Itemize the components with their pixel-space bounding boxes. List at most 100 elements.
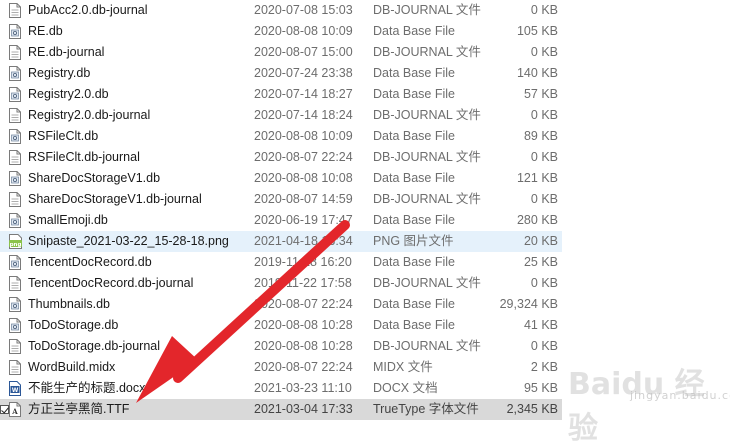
file-date-modified: 2020-08-08 10:28 xyxy=(254,339,353,353)
file-row[interactable]: ToDoStorage.db 2020-08-08 10:28 Data Base … xyxy=(0,315,730,336)
db-file-icon xyxy=(9,171,21,186)
file-name: PubAcc2.0.db-journal xyxy=(28,3,148,17)
file-type: DB-JOURNAL 文件 xyxy=(373,150,481,164)
file-row[interactable]: PubAcc2.0.db-journal 2020-07-08 15:03 DB-J… xyxy=(0,0,730,21)
file-date-modified: 2020-08-07 22:24 xyxy=(254,150,353,164)
db-file-icon xyxy=(9,66,21,81)
file-row[interactable]: TencentDocRecord.db-journal 2019-11-22 17… xyxy=(0,273,730,294)
file-size: 280 KB xyxy=(516,213,558,227)
file-size: 105 KB xyxy=(516,24,558,38)
file-row[interactable]: RE.db 2020-08-08 10:09 Data Base File 105 K… xyxy=(0,21,730,42)
file-row[interactable]: ToDoStorage.db-journal 2020-08-08 10:28 DB… xyxy=(0,336,730,357)
db-file-icon xyxy=(9,129,21,144)
file-icon xyxy=(9,150,21,165)
file-type: Data Base File xyxy=(373,24,455,38)
file-name: TencentDocRecord.db xyxy=(28,255,152,269)
file-name: Snipaste_2021-03-22_15-28-18.png xyxy=(28,234,229,248)
file-row[interactable]: Registry2.0.db-journal 2020-07-14 18:24 DB… xyxy=(0,105,730,126)
db-file-icon xyxy=(9,318,21,333)
file-type: Data Base File xyxy=(373,129,455,143)
file-date-modified: 2020-08-08 10:28 xyxy=(254,318,353,332)
file-size: 57 KB xyxy=(523,87,558,101)
file-type: Data Base File xyxy=(373,66,455,80)
file-name: 方正兰亭黑简.TTF xyxy=(28,402,130,416)
file-size: 89 KB xyxy=(523,129,558,143)
file-type: DB-JOURNAL 文件 xyxy=(373,192,481,206)
file-date-modified: 2020-08-07 22:24 xyxy=(254,360,353,374)
file-date-modified: 2020-08-08 10:09 xyxy=(254,129,353,143)
file-row[interactable]: Thumbnails.db 2020-08-07 22:24 Data Base F… xyxy=(0,294,730,315)
file-size: 2 KB xyxy=(530,360,558,374)
file-type: DB-JOURNAL 文件 xyxy=(373,3,481,17)
file-size: 121 KB xyxy=(516,171,558,185)
file-icon xyxy=(9,360,21,375)
row-checkbox[interactable] xyxy=(0,405,9,414)
file-name: ToDoStorage.db xyxy=(28,318,119,332)
file-type: PNG 图片文件 xyxy=(373,234,454,248)
file-type: DB-JOURNAL 文件 xyxy=(373,339,481,353)
file-size: 29,324 KB xyxy=(499,297,558,311)
file-type: DOCX 文档 xyxy=(373,381,438,395)
file-row[interactable]: Registry.db 2020-07-24 23:38 Data Base Fil… xyxy=(0,63,730,84)
file-date-modified: 2020-08-07 15:00 xyxy=(254,45,353,59)
file-row[interactable]: A 方正兰亭黑简.TTF 2021-03-04 17:33 TrueType 字体文件… xyxy=(0,399,562,420)
svg-text:A: A xyxy=(11,407,18,416)
file-date-modified: 2021-04-18 16:34 xyxy=(254,234,353,248)
file-name: ShareDocStorageV1.db-journal xyxy=(28,192,202,206)
svg-text:png: png xyxy=(10,242,22,248)
db-file-icon xyxy=(9,24,21,39)
file-row[interactable]: png Snipaste_2021-03-22_15-28-18.png 2021-… xyxy=(0,231,562,252)
file-name: RE.db-journal xyxy=(28,45,105,59)
file-size: 25 KB xyxy=(523,255,558,269)
file-row[interactable]: ShareDocStorageV1.db 2020-08-08 10:08 Data… xyxy=(0,168,730,189)
file-date-modified: 2021-03-23 11:10 xyxy=(254,381,352,395)
file-name: TencentDocRecord.db-journal xyxy=(28,276,194,290)
file-row[interactable]: RE.db-journal 2020-08-07 15:00 DB-JOURNAL … xyxy=(0,42,730,63)
file-name: ShareDocStorageV1.db xyxy=(28,171,161,185)
file-size: 0 KB xyxy=(530,150,558,164)
file-icon xyxy=(9,45,21,60)
file-name: ToDoStorage.db-journal xyxy=(28,339,161,353)
file-icon xyxy=(9,3,21,18)
file-row[interactable]: RSFileClt.db-journal 2020-08-07 22:24 DB-J… xyxy=(0,147,730,168)
file-name: Thumbnails.db xyxy=(28,297,110,311)
file-date-modified: 2020-07-14 18:27 xyxy=(254,87,353,101)
db-file-icon xyxy=(9,87,21,102)
file-type: TrueType 字体文件 xyxy=(373,402,479,416)
file-size: 95 KB xyxy=(523,381,558,395)
file-name: RSFileClt.db-journal xyxy=(28,150,140,164)
file-size: 0 KB xyxy=(530,276,558,290)
file-date-modified: 2020-07-24 23:38 xyxy=(254,66,353,80)
file-size: 0 KB xyxy=(530,3,558,17)
svg-text:W: W xyxy=(12,387,19,394)
file-date-modified: 2020-08-07 14:59 xyxy=(254,192,353,206)
png-icon: png xyxy=(9,234,22,249)
file-row[interactable]: W 不能生产的标题.docx 2021-03-23 11:10 DOCX 文档 95 K… xyxy=(0,378,730,399)
file-date-modified: 2020-07-08 15:03 xyxy=(254,3,353,17)
file-row[interactable]: WordBuild.midx 2020-08-07 22:24 MIDX 文件 2 K… xyxy=(0,357,730,378)
file-date-modified: 2019-11-28 16:20 xyxy=(254,255,352,269)
file-type: Data Base File xyxy=(373,213,455,227)
file-date-modified: 2020-08-07 22:24 xyxy=(254,297,353,311)
file-date-modified: 2019-11-22 17:58 xyxy=(254,276,352,290)
file-name: RSFileClt.db xyxy=(28,129,99,143)
file-size: 140 KB xyxy=(516,66,558,80)
file-row[interactable]: SmallEmoji.db 2020-06-19 17:47 Data Base F… xyxy=(0,210,730,231)
db-file-icon xyxy=(9,255,21,270)
file-name: Registry.db xyxy=(28,66,91,80)
file-type: DB-JOURNAL 文件 xyxy=(373,45,481,59)
docx-icon: W xyxy=(9,381,21,396)
file-icon xyxy=(9,108,21,123)
file-type: Data Base File xyxy=(373,297,455,311)
file-size: 2,345 KB xyxy=(506,402,558,416)
file-row[interactable]: ShareDocStorageV1.db-journal 2020-08-07 1… xyxy=(0,189,730,210)
file-type: Data Base File xyxy=(373,87,455,101)
file-row[interactable]: RSFileClt.db 2020-08-08 10:09 Data Base Fi… xyxy=(0,126,730,147)
file-name: SmallEmoji.db xyxy=(28,213,108,227)
file-type: Data Base File xyxy=(373,318,455,332)
file-list: PubAcc2.0.db-journal 2020-07-08 15:03 DB-J… xyxy=(0,0,730,420)
file-type: DB-JOURNAL 文件 xyxy=(373,276,481,290)
file-row[interactable]: Registry2.0.db 2020-07-14 18:27 Data Base … xyxy=(0,84,730,105)
file-type: Data Base File xyxy=(373,171,455,185)
file-row[interactable]: TencentDocRecord.db 2019-11-28 16:20 Data … xyxy=(0,252,730,273)
